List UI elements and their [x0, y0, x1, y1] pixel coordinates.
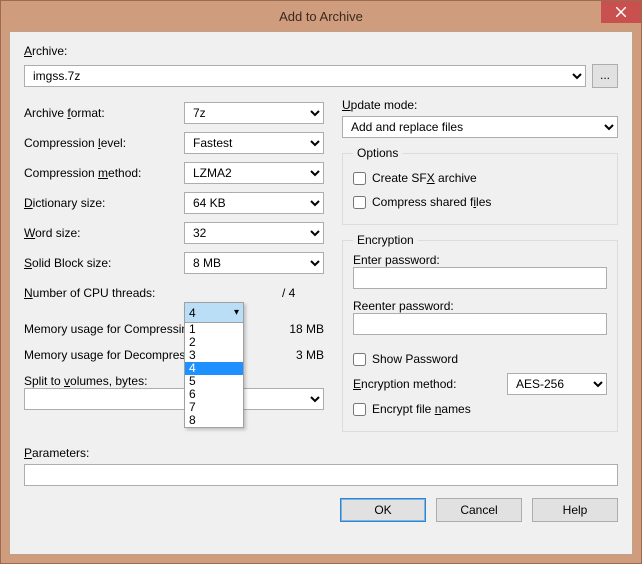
help-button[interactable]: Help: [532, 498, 618, 522]
mem-c-label: Memory usage for Compressing:: [24, 322, 198, 336]
reenter-pw-label: Reenter password:: [353, 299, 607, 313]
block-select[interactable]: 8 MB: [184, 252, 324, 274]
dialog-body: Archive: imgss.7z ... Archive format: 7z…: [9, 31, 633, 555]
dict-select[interactable]: 64 KB: [184, 192, 324, 214]
cpu-dropdown-display[interactable]: 4 ▾: [185, 303, 243, 323]
cpu-total: / 4: [282, 286, 295, 300]
format-select[interactable]: 7z: [184, 102, 324, 124]
archive-label: Archive:: [24, 44, 67, 58]
password-reenter-input[interactable]: [353, 313, 607, 335]
format-label: Archive format:: [24, 106, 184, 120]
shared-label: Compress shared files: [372, 195, 491, 209]
password-input[interactable]: [353, 267, 607, 289]
left-column: Archive format: 7z Compression level: Fa…: [24, 98, 324, 440]
dict-label: Dictionary size:: [24, 196, 184, 210]
method-select[interactable]: LZMA2: [184, 162, 324, 184]
show-pw-label: Show Password: [372, 352, 458, 366]
archive-path-combo[interactable]: imgss.7z: [24, 65, 586, 87]
sfx-checkbox[interactable]: [353, 172, 366, 185]
mem-c-value: 18 MB: [289, 322, 324, 336]
window-title: Add to Archive: [279, 9, 363, 24]
word-select[interactable]: 32: [184, 222, 324, 244]
show-pw-checkbox[interactable]: [353, 353, 366, 366]
cpu-option[interactable]: 8: [185, 414, 243, 427]
close-icon: [616, 7, 626, 17]
right-column: Update mode: Add and replace files Optio…: [342, 98, 618, 440]
encryption-group: Encryption Enter password: Reenter passw…: [342, 233, 618, 432]
block-label: Solid Block size:: [24, 256, 184, 270]
split-label: Split to volumes, bytes:: [24, 374, 147, 388]
cpu-dropdown-open[interactable]: 4 ▾ 1 2 3 4 5 6 7 8: [184, 302, 244, 428]
split-combo[interactable]: [24, 388, 324, 410]
cancel-button[interactable]: Cancel: [436, 498, 522, 522]
close-button[interactable]: [601, 1, 641, 23]
method-label: Compression method:: [24, 166, 184, 180]
word-label: Word size:: [24, 226, 184, 240]
options-legend: Options: [353, 146, 402, 160]
enc-method-select[interactable]: AES-256: [507, 373, 607, 395]
encryption-legend: Encryption: [353, 233, 418, 247]
level-label: Compression level:: [24, 136, 184, 150]
update-label: Update mode:: [342, 98, 417, 112]
params-label: Parameters:: [24, 446, 89, 460]
mem-d-label: Memory usage for Decompressing:: [24, 348, 211, 362]
title-bar: Add to Archive: [1, 1, 641, 31]
chevron-down-icon: ▾: [234, 307, 239, 318]
dialog-window: Add to Archive Archive: imgss.7z ... Arc…: [0, 0, 642, 564]
enc-names-checkbox[interactable]: [353, 403, 366, 416]
update-select[interactable]: Add and replace files: [342, 116, 618, 138]
options-group: Options Create SFX archive Compress shar…: [342, 146, 618, 225]
sfx-label: Create SFX archive: [372, 171, 477, 185]
ok-button[interactable]: OK: [340, 498, 426, 522]
enter-pw-label: Enter password:: [353, 253, 607, 267]
browse-button[interactable]: ...: [592, 64, 618, 88]
level-select[interactable]: Fastest: [184, 132, 324, 154]
params-input[interactable]: [24, 464, 618, 486]
enc-names-label: Encrypt file names: [372, 402, 471, 416]
cpu-label: Number of CPU threads:: [24, 286, 184, 300]
mem-d-value: 3 MB: [296, 348, 324, 362]
enc-method-label: Encryption method:: [353, 377, 456, 391]
shared-checkbox[interactable]: [353, 196, 366, 209]
